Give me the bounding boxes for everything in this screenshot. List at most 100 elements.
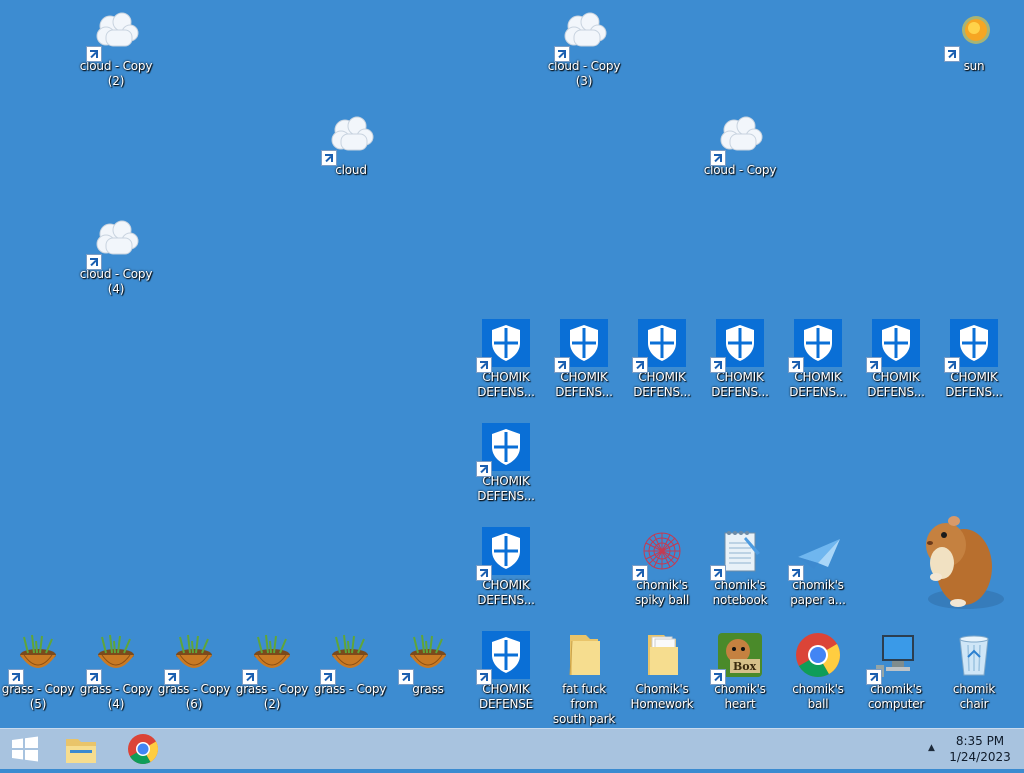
desktop-icon-label: CHOMIK DEFENS... <box>711 370 769 399</box>
desktop-icon-chomiks-notebook[interactable]: chomik's notebook <box>703 527 777 608</box>
shortcut-arrow-icon <box>944 357 960 373</box>
shortcut-arrow-icon <box>476 357 492 373</box>
desktop-icon-chomik-chair[interactable]: chomik chair <box>937 631 1011 712</box>
desktop-icon-chomiks-heart[interactable]: Box chomik's heart <box>703 631 777 712</box>
shield-icon <box>476 527 530 581</box>
shield-icon <box>944 319 998 373</box>
desktop-icon-label: cloud - Copy (4) <box>79 267 153 296</box>
shield-icon <box>710 319 764 373</box>
desktop-icon-cloud-copy[interactable]: cloud - Copy <box>703 112 777 178</box>
desktop-icon-grass-copy-5[interactable]: grass - Copy (5) <box>1 631 75 712</box>
show-hidden-icons-button[interactable]: ▲ <box>928 743 935 753</box>
desktop-icon-grass-copy-4[interactable]: grass - Copy (4) <box>79 631 153 712</box>
windows-logo-icon <box>12 736 38 762</box>
clock-time: 8:35 PM <box>955 734 1005 748</box>
desktop-icon-label: Chomik's Homework <box>630 682 694 711</box>
desktop-icon-label: chomik's paper a... <box>790 578 846 607</box>
desktop-icon-label: chomik's spiky ball <box>634 578 690 607</box>
file-explorer-icon <box>66 739 96 763</box>
desktop[interactable]: cloud - Copy (2) cloud - Copy (3) sun cl… <box>0 0 1024 728</box>
desktop-icon-chomik-defense-5[interactable]: CHOMIK DEFENS... <box>781 319 855 400</box>
sun-icon <box>944 8 998 62</box>
shortcut-arrow-icon <box>86 46 102 62</box>
desktop-icon-cloud[interactable]: cloud <box>314 112 388 178</box>
desktop-icon-chomik-defense-9[interactable]: CHOMIK DEFENS... <box>469 527 543 608</box>
desktop-icon-grass-copy-2[interactable]: grass - Copy (2) <box>235 631 309 712</box>
desktop-icon-chomiks-ball[interactable]: chomik's ball <box>781 631 855 712</box>
box-game-icon: Box <box>710 631 764 685</box>
desktop-icon-sun[interactable]: sun <box>937 8 1011 74</box>
notebook-icon <box>710 527 764 581</box>
desktop-icon-chomik-defense-6[interactable]: CHOMIK DEFENS... <box>859 319 933 400</box>
chrome-taskbar-button[interactable] <box>118 729 168 769</box>
desktop-icon-chomik-defense-1[interactable]: CHOMIK DEFENS... <box>469 319 543 400</box>
paper-airplane-icon <box>788 527 842 581</box>
desktop-icon-chomik-defense-4[interactable]: CHOMIK DEFENS... <box>703 319 777 400</box>
desktop-icon-chomiks-homework[interactable]: Chomik's Homework <box>625 631 699 712</box>
shortcut-arrow-icon <box>320 669 336 685</box>
desktop-icon-chomiks-spiky-ball[interactable]: chomik's spiky ball <box>625 527 699 608</box>
taskbar: ▲ 8:35 PM 1/24/2023 <box>0 728 1024 769</box>
shortcut-arrow-icon <box>8 669 24 685</box>
shortcut-arrow-icon <box>710 565 726 581</box>
shortcut-arrow-icon <box>321 150 337 166</box>
hamster-image <box>906 505 1006 615</box>
desktop-icon-label: chomik's notebook <box>712 578 768 607</box>
desktop-icon-label: CHOMIK DEFENS... <box>945 370 1003 399</box>
clock-date: 1/24/2023 <box>949 750 1011 764</box>
desktop-icon-label: CHOMIK DEFENS... <box>867 370 925 399</box>
desktop-icon-label: CHOMIK DEFENS... <box>555 370 613 399</box>
desktop-icon-grass-copy[interactable]: grass - Copy <box>313 631 387 697</box>
svg-text:Box: Box <box>733 660 757 673</box>
desktop-icon-chomik-defense[interactable]: CHOMIK DEFENSE <box>469 631 543 712</box>
desktop-icon-grass[interactable]: grass <box>391 631 465 697</box>
shortcut-arrow-icon <box>710 150 726 166</box>
shortcut-arrow-icon <box>242 669 258 685</box>
desktop-icon-chomik-defense-3[interactable]: CHOMIK DEFENS... <box>625 319 699 400</box>
start-button[interactable] <box>0 729 50 769</box>
shortcut-arrow-icon <box>632 357 648 373</box>
desktop-icon-chomik-defense-7[interactable]: CHOMIK DEFENS... <box>937 319 1011 400</box>
folder-documents-icon <box>638 631 686 679</box>
desktop-icon-chomik-defense-2[interactable]: CHOMIK DEFENS... <box>547 319 621 400</box>
shortcut-arrow-icon <box>476 565 492 581</box>
desktop-icon-chomik-defense-8[interactable]: CHOMIK DEFENS... <box>469 423 543 504</box>
desktop-icon-label: chomik's ball <box>792 682 844 711</box>
desktop-icon-label: CHOMIK DEFENS... <box>633 370 691 399</box>
shortcut-arrow-icon <box>398 669 414 685</box>
grass-pot-icon <box>86 631 140 685</box>
cloud-icon <box>710 112 764 166</box>
chrome-icon <box>128 734 159 765</box>
cloud-icon <box>86 8 140 62</box>
shortcut-arrow-icon <box>554 46 570 62</box>
shortcut-arrow-icon <box>476 461 492 477</box>
desktop-icon-label: chomik chair <box>952 682 996 711</box>
shortcut-arrow-icon <box>86 669 102 685</box>
desktop-icon-cloud-copy-4[interactable]: cloud - Copy (4) <box>79 216 153 297</box>
file-explorer-button[interactable] <box>56 729 106 769</box>
desktop-icon-label: cloud - Copy (3) <box>547 59 621 88</box>
grass-pot-icon <box>398 631 452 685</box>
desktop-icon-fat-fuck-from-south-park[interactable]: fat fuck from south park <box>547 631 621 727</box>
desktop-icon-label: CHOMIK DEFENS... <box>789 370 847 399</box>
desktop-icon-grass-copy-6[interactable]: grass - Copy (6) <box>157 631 231 712</box>
shortcut-arrow-icon <box>164 669 180 685</box>
shortcut-arrow-icon <box>866 669 882 685</box>
grass-pot-icon <box>242 631 296 685</box>
cloud-icon <box>554 8 608 62</box>
desktop-icon-cloud-copy-3[interactable]: cloud - Copy (3) <box>547 8 621 89</box>
desktop-icon-chomiks-computer[interactable]: chomik's computer <box>859 631 933 712</box>
desktop-icon-label: CHOMIK DEFENS... <box>477 370 535 399</box>
desktop-icon-chomiks-paper-airplane[interactable]: chomik's paper a... <box>781 527 855 608</box>
desktop-icon-label: grass - Copy (4) <box>79 682 153 711</box>
shield-icon <box>788 319 842 373</box>
shortcut-arrow-icon <box>632 565 648 581</box>
recycle-bin-icon <box>950 631 998 679</box>
grass-pot-icon <box>320 631 374 685</box>
folder-icon <box>560 631 608 679</box>
desktop-icon-cloud-copy-2[interactable]: cloud - Copy (2) <box>79 8 153 89</box>
desktop-icon-label: fat fuck from south park <box>552 682 616 726</box>
grass-pot-icon <box>164 631 218 685</box>
shortcut-arrow-icon <box>788 357 804 373</box>
clock[interactable]: 8:35 PM 1/24/2023 <box>944 733 1016 765</box>
